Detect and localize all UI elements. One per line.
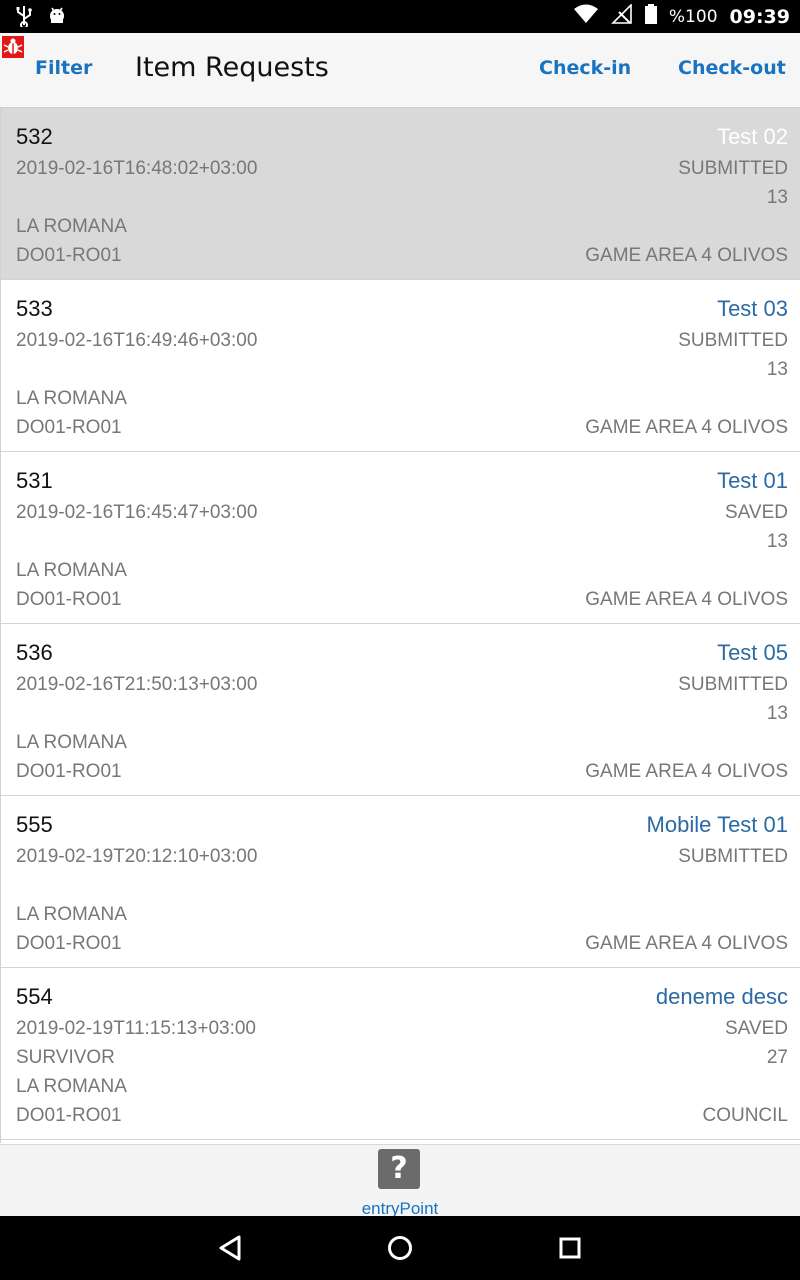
battery-percentage: %100 (668, 6, 718, 27)
page-title: Item Requests (135, 52, 329, 83)
request-city: LA ROMANA (16, 904, 127, 925)
wifi-icon (573, 4, 599, 29)
request-area: GAME AREA 4 OLIVOS (585, 589, 788, 610)
request-status: SUBMITTED (678, 330, 788, 351)
request-city: LA ROMANA (16, 560, 127, 581)
request-count: 13 (766, 187, 788, 208)
request-code: DO01-RO01 (16, 1105, 122, 1126)
request-count: 13 (766, 703, 788, 724)
request-status: SAVED (724, 1018, 788, 1039)
request-description: deneme desc (655, 984, 788, 1009)
request-description: Test 03 (717, 296, 788, 321)
check-out-button[interactable]: Check-out (678, 57, 786, 79)
request-description: Mobile Test 01 (646, 812, 788, 837)
request-city: LA ROMANA (16, 732, 127, 753)
home-icon[interactable] (380, 1228, 420, 1268)
request-date: 2019-02-16T16:48:02+03:00 (16, 158, 258, 179)
request-city: LA ROMANA (16, 1076, 127, 1097)
request-code: DO01-RO01 (16, 589, 122, 610)
request-id: 554 (16, 984, 53, 1009)
request-date: 2019-02-16T21:50:13+03:00 (16, 674, 258, 695)
request-date: 2019-02-16T16:49:46+03:00 (16, 330, 258, 351)
filter-button[interactable]: Filter (35, 57, 92, 79)
request-row[interactable]: 555 Mobile Test 01 2019-02-19T20:12:10+0… (1, 796, 800, 968)
request-count: 13 (766, 359, 788, 380)
android-debug-icon (48, 5, 66, 31)
request-extra: SURVIVOR (16, 1047, 115, 1068)
request-row[interactable]: 533 Test 03 2019-02-16T16:49:46+03:00 SU… (1, 280, 800, 452)
request-date: 2019-02-16T16:45:47+03:00 (16, 502, 258, 523)
request-id: 532 (16, 124, 53, 149)
bug-icon[interactable] (2, 36, 24, 58)
request-description: Test 05 (717, 640, 788, 665)
request-description: Test 01 (717, 468, 788, 493)
request-code: DO01-RO01 (16, 417, 122, 438)
request-city: LA ROMANA (16, 388, 127, 409)
request-id: 536 (16, 640, 53, 665)
request-area: COUNCIL (702, 1105, 788, 1126)
request-area: GAME AREA 4 OLIVOS (585, 761, 788, 782)
status-bar: %100 09:39 (0, 0, 800, 33)
battery-icon (644, 4, 657, 29)
request-area: GAME AREA 4 OLIVOS (585, 933, 788, 954)
request-status: SUBMITTED (678, 158, 788, 179)
request-status: SUBMITTED (678, 846, 788, 867)
request-row[interactable]: 532 Test 02 2019-02-16T16:48:02+03:00 SU… (1, 108, 800, 280)
request-area: GAME AREA 4 OLIVOS (585, 245, 788, 266)
request-id: 533 (16, 296, 53, 321)
usb-icon (14, 5, 34, 31)
request-code: DO01-RO01 (16, 761, 122, 782)
request-id: 555 (16, 812, 53, 837)
request-status: SAVED (724, 502, 788, 523)
request-code: DO01-RO01 (16, 933, 122, 954)
tab-entry-point[interactable]: ? entryPoint (340, 1147, 460, 1218)
bottom-tab-bar: ? entryPoint (0, 1144, 800, 1218)
app-header: Filter Item Requests Check-in Check-out (0, 33, 800, 108)
question-icon: ? (378, 1149, 420, 1189)
clock: 09:39 (729, 5, 790, 28)
request-list[interactable]: 532 Test 02 2019-02-16T16:48:02+03:00 SU… (0, 108, 800, 1143)
request-area: GAME AREA 4 OLIVOS (585, 417, 788, 438)
request-id: 531 (16, 468, 53, 493)
request-description: Test 02 (717, 124, 788, 149)
back-icon[interactable] (210, 1228, 250, 1268)
recents-icon[interactable] (550, 1228, 590, 1268)
request-row[interactable]: 536 Test 05 2019-02-16T21:50:13+03:00 SU… (1, 624, 800, 796)
system-nav-bar (0, 1216, 800, 1280)
no-signal-icon (610, 3, 633, 29)
request-status: SUBMITTED (678, 674, 788, 695)
request-count: 27 (766, 1047, 788, 1068)
request-city: LA ROMANA (16, 216, 127, 237)
request-code: DO01-RO01 (16, 245, 122, 266)
check-in-button[interactable]: Check-in (539, 57, 631, 79)
request-date: 2019-02-19T11:15:13+03:00 (16, 1018, 256, 1039)
request-row[interactable]: 531 Test 01 2019-02-16T16:45:47+03:00 SA… (1, 452, 800, 624)
request-row[interactable]: 554 deneme desc 2019-02-19T11:15:13+03:0… (1, 968, 800, 1140)
request-count: 13 (766, 531, 788, 552)
request-date: 2019-02-19T20:12:10+03:00 (16, 846, 258, 867)
